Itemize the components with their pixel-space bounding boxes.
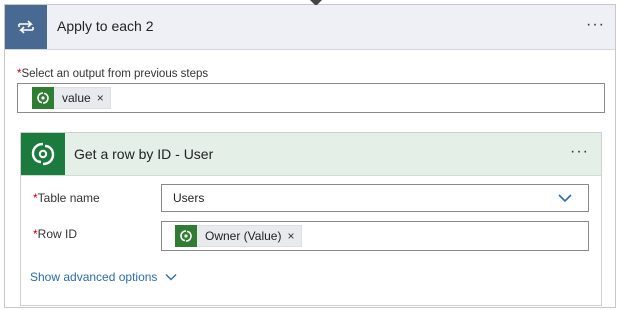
output-field-label: *Select an output from previous steps — [17, 68, 208, 80]
show-advanced-options-link[interactable]: Show advanced options — [30, 270, 177, 284]
table-name-value: Users — [173, 191, 205, 205]
value-token[interactable]: value × — [32, 87, 111, 109]
value-token-remove-button[interactable]: × — [91, 91, 110, 105]
apply-to-each-more-menu[interactable]: ··· — [586, 16, 605, 34]
chevron-down-icon — [558, 194, 572, 203]
output-label-text: Select an output from previous steps — [21, 68, 209, 80]
dataverse-icon — [21, 133, 65, 175]
output-input[interactable]: value × — [17, 83, 605, 113]
show-advanced-options-label: Show advanced options — [30, 270, 158, 284]
chevron-down-icon — [165, 274, 177, 281]
row-id-input[interactable]: Owner (Value) × — [161, 221, 589, 251]
apply-to-each-title: Apply to each 2 — [57, 18, 154, 34]
owner-value-token-remove-button[interactable]: × — [281, 229, 300, 243]
get-row-header[interactable]: Get a row by ID - User ··· — [21, 133, 601, 176]
get-row-card: Get a row by ID - User ··· *Table name U… — [20, 132, 602, 306]
table-name-select[interactable]: Users — [161, 184, 589, 212]
row-id-label: *Row ID — [33, 227, 77, 241]
dataverse-icon — [32, 87, 54, 109]
apply-to-each-card: Apply to each 2 ··· *Select an output fr… — [4, 0, 616, 308]
table-name-label: *Table name — [33, 191, 100, 205]
row-id-label-text: Row ID — [37, 227, 78, 241]
apply-to-each-header[interactable]: Apply to each 2 ··· — [5, 5, 615, 50]
loop-icon — [5, 5, 47, 49]
dataverse-icon — [175, 225, 197, 247]
get-row-title: Get a row by ID - User — [74, 146, 214, 162]
get-row-more-menu[interactable]: ··· — [570, 143, 589, 161]
owner-value-token-label: Owner (Value) — [205, 229, 282, 243]
owner-value-token[interactable]: Owner (Value) × — [175, 225, 302, 247]
table-name-label-text: Table name — [37, 191, 100, 205]
value-token-label: value — [62, 91, 91, 105]
